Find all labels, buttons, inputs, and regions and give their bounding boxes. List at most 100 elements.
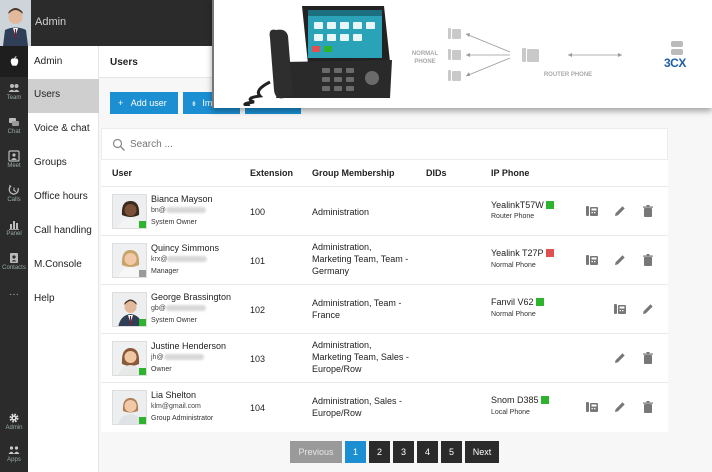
phone-type: Local Phone <box>491 409 530 416</box>
rail-label-meet: Meet <box>7 163 21 169</box>
user-email: gb@ <box>151 305 206 312</box>
user-name: Quincy Simmons <box>151 243 220 253</box>
menu-item-call-handling[interactable]: Call handling <box>28 215 99 249</box>
rail-item-meet[interactable]: Meet <box>0 146 28 178</box>
user-photo <box>112 390 147 425</box>
menu-item-office-hours[interactable]: Office hours <box>28 181 99 215</box>
contacts-icon <box>10 253 18 263</box>
table-row[interactable]: Lia Shelton klm@gmail.com Group Administ… <box>101 382 668 431</box>
rail-label-panel: Panel <box>6 231 22 237</box>
user-role: Owner <box>151 366 172 373</box>
edit-icon[interactable] <box>613 253 627 267</box>
rail-item-apps[interactable]: Apps <box>0 440 28 472</box>
phone-model-text: YealinkT57W <box>491 200 544 210</box>
rail-item-admin[interactable]: Admin <box>0 408 28 440</box>
user-photo <box>112 194 147 229</box>
group-line: Europe/Row <box>312 364 362 374</box>
header-dids[interactable]: DIDs <box>426 168 447 178</box>
phone-status-indicator <box>545 249 554 257</box>
phone-type: Router Phone <box>491 213 535 220</box>
menu-item-admin[interactable]: Admin <box>28 46 99 80</box>
rail-item-chat[interactable]: Chat <box>0 112 28 144</box>
header-ip-phone[interactable]: IP Phone <box>491 168 529 178</box>
presence-status <box>139 417 146 424</box>
phone-icon[interactable] <box>585 400 599 414</box>
user-role: System Owner <box>151 219 197 226</box>
phone-model: Snom D385 <box>491 395 549 405</box>
group-membership-cell: Administration, Marketing Team, Team - Ger… <box>312 241 408 277</box>
panel-icon <box>9 221 19 230</box>
page-3-button[interactable]: 3 <box>393 441 414 463</box>
rail-item-team[interactable]: Team <box>0 78 28 110</box>
page-1-button[interactable]: 1 <box>345 441 366 463</box>
user-name: George Brassington <box>151 292 232 302</box>
rail-label-apps: Apps <box>7 457 21 463</box>
presence-status <box>139 368 146 375</box>
search-bar[interactable] <box>101 128 668 160</box>
rail-item-panel[interactable]: Panel <box>0 214 28 246</box>
plus-icon: + <box>118 98 124 108</box>
table-row[interactable]: George Brassington gb@ System Owner 102 … <box>101 284 668 333</box>
group-line: Europe/Row <box>312 408 362 418</box>
edit-icon[interactable] <box>613 351 627 365</box>
delete-icon[interactable] <box>641 400 655 414</box>
menu-item-users[interactable]: Users <box>28 79 99 113</box>
table-row[interactable]: Justine Henderson jh@ Owner 103 Administ… <box>101 333 668 382</box>
calls-icon <box>8 185 19 195</box>
user-email: jh@ <box>151 354 204 361</box>
rail-label-team: Team <box>6 95 22 101</box>
delete-icon[interactable] <box>641 253 655 267</box>
user-name: Bianca Mayson <box>151 194 213 204</box>
phone-icon[interactable] <box>585 253 599 267</box>
menu-item-mconsole[interactable]: M.Console <box>28 249 99 283</box>
user-email-text: jh@ <box>151 354 164 361</box>
phone-status-indicator <box>535 298 544 306</box>
page-2-button[interactable]: 2 <box>369 441 390 463</box>
user-email: bn@ <box>151 207 206 214</box>
avatar[interactable] <box>0 0 31 46</box>
phone-icon[interactable] <box>613 302 627 316</box>
rail-item-calls[interactable]: Calls <box>0 180 28 212</box>
rail-item-more[interactable]: ··· <box>0 284 28 308</box>
menu-item-voice-chat[interactable]: Voice & chat <box>28 113 99 147</box>
group-line: Administration, <box>312 242 372 252</box>
header-extension[interactable]: Extension <box>250 168 293 178</box>
add-user-button[interactable]: + Add user <box>110 92 178 114</box>
menu-item-help[interactable]: Help <box>28 283 99 317</box>
group-line: Administration, Team - <box>312 298 402 308</box>
group-membership-cell: Administration, Team - France <box>312 297 401 321</box>
network-diagram <box>448 28 622 81</box>
table-row[interactable]: Bianca Mayson bn@ System Owner 100 Admin… <box>101 186 668 235</box>
next-page-button[interactable]: Next <box>465 441 499 463</box>
presence-status <box>139 319 146 326</box>
delete-icon[interactable] <box>641 351 655 365</box>
phone-type: Normal Phone <box>491 311 536 318</box>
user-email: klm@gmail.com <box>151 403 201 410</box>
left-rail: Team Chat Meet Calls Panel Contacts ··· … <box>0 46 28 472</box>
admin-menu: Admin Users Voice & chat Groups Office h… <box>28 46 99 472</box>
menu-item-groups[interactable]: Groups <box>28 147 99 181</box>
normal-phone-label: NORMAL PHONE <box>411 51 439 65</box>
edit-icon[interactable] <box>613 204 627 218</box>
router-phone-label: ROUTER PHONE <box>543 72 593 78</box>
page-5-button[interactable]: 5 <box>441 441 462 463</box>
user-photo <box>112 243 147 278</box>
rail-item-contacts[interactable]: Contacts <box>0 248 28 280</box>
phone-model: Fanvil V62 <box>491 297 544 307</box>
page-4-button[interactable]: 4 <box>417 441 438 463</box>
user-email-text: gb@ <box>151 305 166 312</box>
rail-label-admin: Admin <box>5 425 23 431</box>
header-user[interactable]: User <box>112 168 132 178</box>
search-input[interactable] <box>130 136 430 153</box>
rail-item-logo[interactable] <box>0 46 28 77</box>
previous-page-button[interactable]: Previous <box>290 441 342 463</box>
phone-icon[interactable] <box>585 204 599 218</box>
redacted-email <box>165 207 206 214</box>
group-line: France <box>312 310 341 320</box>
delete-icon[interactable] <box>641 204 655 218</box>
group-line: Marketing Team, Team - <box>312 254 409 264</box>
edit-icon[interactable] <box>613 400 627 414</box>
header-group-membership[interactable]: Group Membership <box>312 168 395 178</box>
table-row[interactable]: Quincy Simmons krx@ Manager 101 Administ… <box>101 235 668 284</box>
edit-icon[interactable] <box>641 302 655 316</box>
